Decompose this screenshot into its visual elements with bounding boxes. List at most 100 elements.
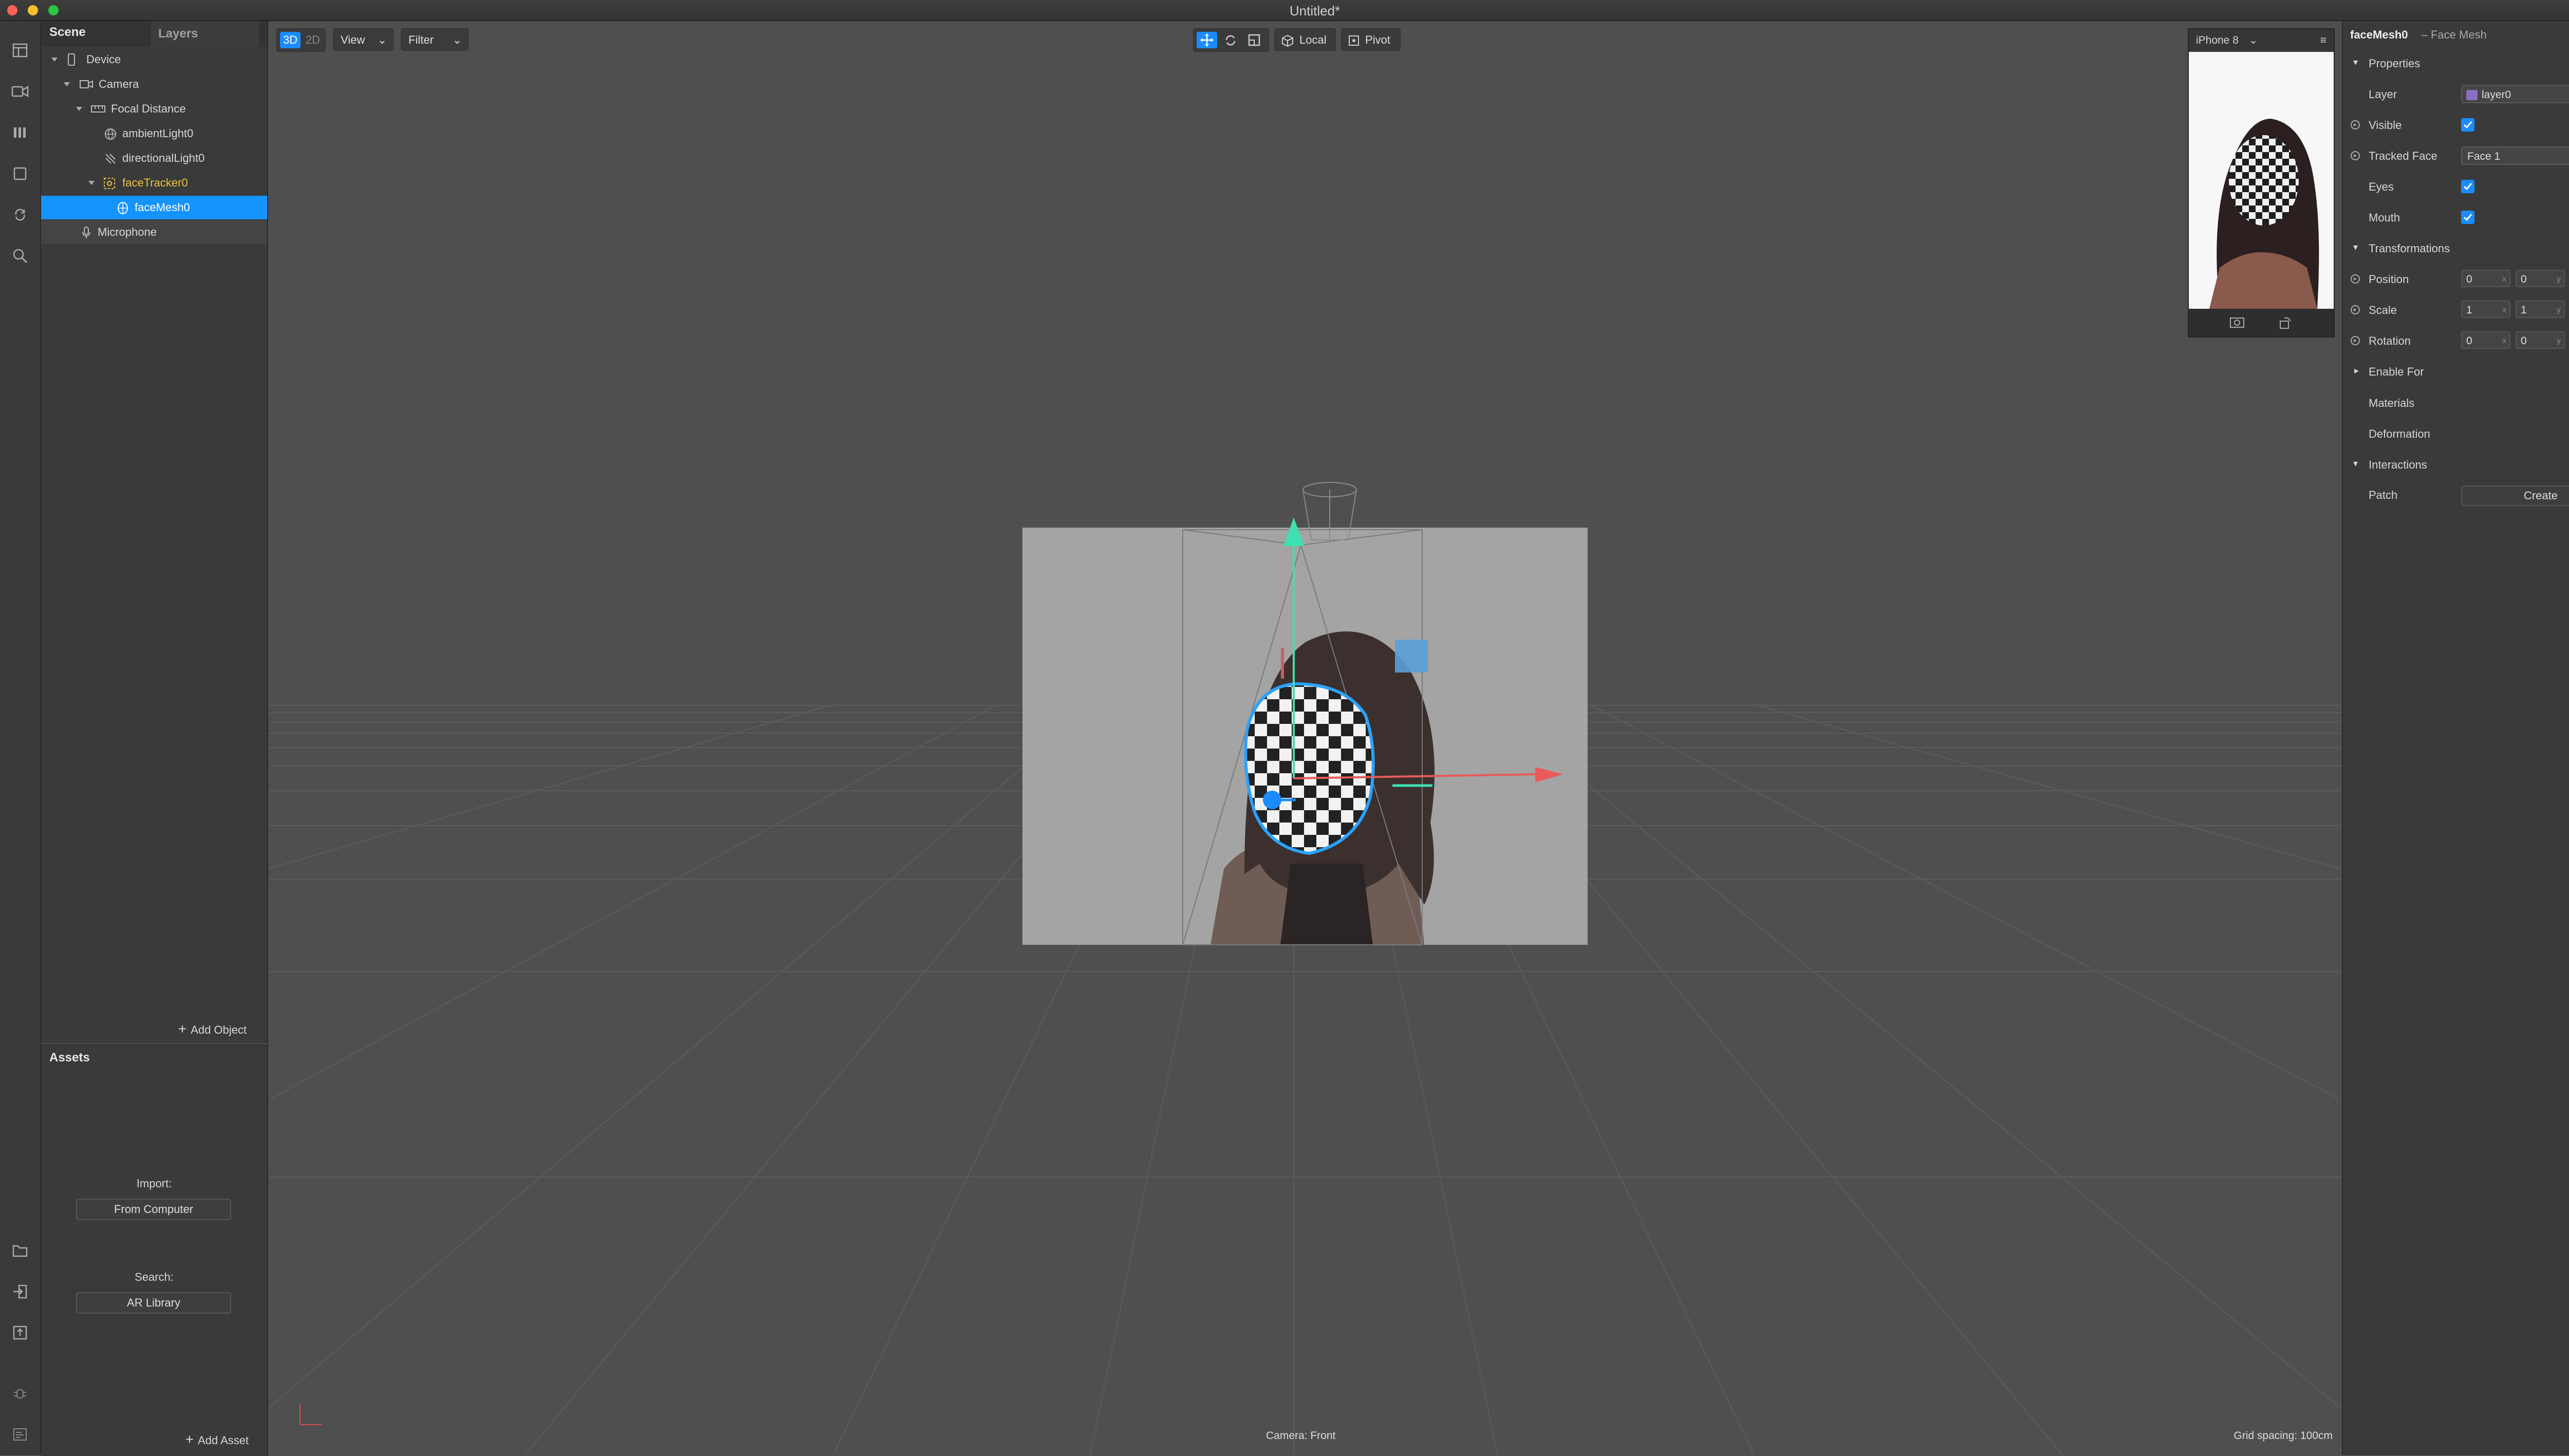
video-camera-icon[interactable]	[10, 82, 30, 101]
position-y-field[interactable]: 0y	[2516, 270, 2565, 287]
tree-item-microphone[interactable]: Microphone	[41, 220, 267, 244]
rotation-x-field[interactable]: 0x	[2461, 331, 2510, 349]
collapse-arrow-icon[interactable]	[63, 80, 71, 88]
playback-icon[interactable]	[10, 123, 30, 142]
tree-item-label: Microphone	[98, 226, 157, 238]
rotation-y-field[interactable]: 0y	[2516, 331, 2565, 349]
tree-item-camera[interactable]: Camera	[41, 72, 267, 96]
ar-library-button[interactable]: AR Library	[76, 1292, 231, 1314]
preview-screen[interactable]	[2189, 52, 2334, 309]
bug-icon[interactable]	[10, 1384, 30, 1403]
property-label: Tracked Face	[2369, 150, 2437, 162]
export-icon[interactable]	[10, 1323, 30, 1342]
collapse-arrow-icon[interactable]: ▾	[2353, 57, 2358, 68]
interactions-section[interactable]: ▾ Interactions	[2343, 450, 2569, 479]
layer-dropdown[interactable]: layer0 ⌄	[2461, 85, 2569, 103]
scale-y-field[interactable]: 1y	[2516, 301, 2565, 318]
from-computer-button[interactable]: From Computer	[76, 1199, 231, 1220]
collapse-arrow-icon[interactable]: ▾	[2353, 242, 2358, 253]
create-patch-button[interactable]: Create	[2461, 486, 2569, 506]
search-icon[interactable]	[10, 246, 30, 266]
tree-item-face-tracker[interactable]: faceTracker0	[41, 171, 267, 195]
tracked-face-dropdown[interactable]: Face 1 ⌄	[2461, 146, 2569, 165]
enable-for-section[interactable]: ▸ Enable For	[2343, 357, 2569, 386]
eyes-checkbox[interactable]	[2461, 180, 2474, 193]
add-asset-button[interactable]: + Add Asset	[185, 1431, 249, 1448]
focal-distance-icon	[91, 105, 105, 113]
pivot-toggle[interactable]: Pivot	[1341, 28, 1401, 51]
stop-icon[interactable]	[10, 164, 30, 183]
rotate-device-icon[interactable]	[2278, 316, 2293, 330]
scale-x-field[interactable]: 1x	[2461, 301, 2510, 318]
keyframe-icon[interactable]	[2350, 335, 2360, 346]
collapse-arrow-icon[interactable]: ▾	[2353, 458, 2358, 469]
local-space-toggle[interactable]: Local	[1274, 28, 1336, 51]
field-value: 0	[2466, 273, 2472, 285]
tree-item-directional-light[interactable]: directionalLight0	[41, 146, 267, 170]
keyframe-icon[interactable]	[2350, 151, 2360, 161]
folder-icon[interactable]	[10, 1241, 30, 1260]
section-title: Interactions	[2369, 458, 2427, 471]
scene-panel: Scene Layers Device Camera Focal Distanc…	[41, 21, 268, 1043]
position-x-field[interactable]: 0x	[2461, 270, 2510, 287]
properties-section[interactable]: ▾ Properties	[2343, 49, 2569, 78]
tree-item-face-mesh[interactable]: faceMesh0	[41, 196, 267, 219]
layout-icon[interactable]	[10, 41, 30, 60]
tab-layers-label: Layers	[158, 27, 198, 41]
scale-tool-button[interactable]	[1244, 32, 1264, 48]
menu-icon[interactable]: ≡	[2320, 29, 2326, 52]
dimension-toggle[interactable]: 3D 2D	[276, 28, 326, 52]
tracked-face-value: Face 1	[2467, 151, 2501, 162]
keyframe-icon[interactable]	[2350, 305, 2360, 315]
move-tool-button[interactable]	[1197, 32, 1217, 48]
visible-checkbox[interactable]	[2461, 118, 2474, 132]
mode-3d-button[interactable]: 3D	[280, 32, 301, 48]
collapse-arrow-icon[interactable]	[50, 55, 59, 64]
tree-item-label: faceTracker0	[122, 176, 188, 189]
tab-layers[interactable]: Layers	[151, 21, 259, 47]
console-icon[interactable]	[10, 1425, 30, 1444]
materials-section: Materials +	[2343, 388, 2569, 417]
microphone-icon	[82, 227, 90, 238]
device-selector[interactable]: iPhone 8 ⌄ ≡	[2189, 29, 2334, 52]
filter-menu[interactable]: Filter ⌄	[401, 28, 469, 51]
device-name: iPhone 8	[2196, 34, 2239, 46]
field-value: 1	[2521, 304, 2527, 316]
collapse-arrow-icon[interactable]	[75, 105, 83, 113]
tree-item-ambient-light[interactable]: ambientLight0	[41, 122, 267, 145]
keyframe-icon[interactable]	[2350, 274, 2360, 284]
add-object-label: Add Object	[191, 1023, 247, 1036]
add-object-button[interactable]: + Add Object	[178, 1021, 247, 1037]
screenshot-icon[interactable]	[2229, 316, 2245, 329]
mouth-checkbox[interactable]	[2461, 211, 2474, 224]
layer-color-swatch	[2466, 90, 2478, 100]
keyframe-icon[interactable]	[2350, 120, 2360, 130]
tree-item-focal-distance[interactable]: Focal Distance	[41, 97, 267, 121]
filter-label: Filter	[408, 33, 434, 46]
axis-label: y	[2557, 306, 2561, 314]
transformations-section[interactable]: ▾ Transformations	[2343, 234, 2569, 263]
inspector-header: faceMesh0 – Face Mesh	[2350, 28, 2487, 42]
chevron-down-icon: ⌄	[452, 33, 462, 46]
visible-row: Visible	[2343, 110, 2569, 139]
tab-scene[interactable]: Scene	[49, 25, 86, 40]
import-icon[interactable]	[10, 1282, 30, 1301]
tree-item-label: ambientLight0	[122, 127, 194, 140]
view-label: View	[341, 33, 365, 46]
transform-tools	[1193, 28, 1269, 52]
tree-item-label: directionalLight0	[122, 152, 205, 164]
refresh-icon[interactable]	[10, 205, 30, 225]
grid-spacing-label: Grid spacing: 100cm	[2233, 1430, 2333, 1442]
plus-icon: +	[178, 1021, 187, 1037]
viewport-canvas[interactable]	[268, 21, 2341, 1455]
rotate-tool-button[interactable]	[1220, 32, 1241, 48]
collapse-arrow-icon[interactable]	[87, 179, 96, 187]
mode-2d-button[interactable]: 2D	[303, 32, 323, 48]
patch-row: Patch Create	[2343, 480, 2569, 509]
blue-cube[interactable]	[1395, 640, 1428, 673]
view-menu[interactable]: View ⌄	[333, 28, 394, 51]
inspector-panel: faceMesh0 – Face Mesh ▾ Properties Layer…	[2342, 21, 2569, 1455]
tree-item-device[interactable]: Device	[41, 48, 267, 71]
scene-viewport[interactable]: 3D 2D View ⌄ Filter ⌄ Local Pivot iPhone…	[268, 21, 2341, 1455]
expand-arrow-icon[interactable]: ▸	[2354, 365, 2359, 376]
